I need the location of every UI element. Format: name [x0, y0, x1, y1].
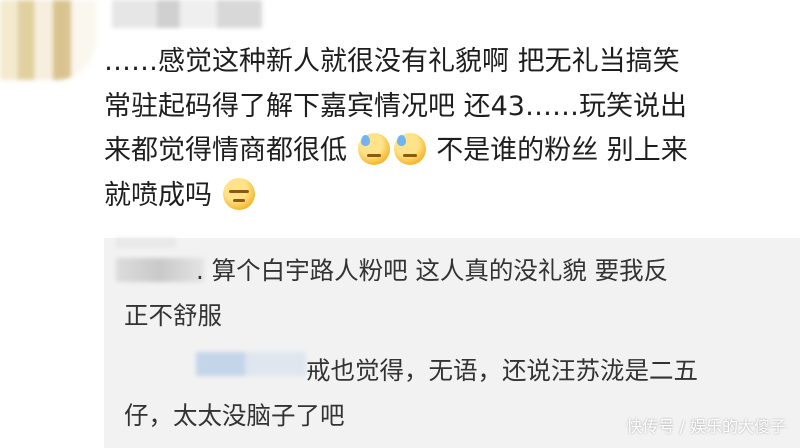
comment-text-segment: 不是谁的粉丝 别上来: [436, 135, 688, 166]
username-blurred[interactable]: [112, 0, 262, 28]
comment-line: ……感觉这种新人就很没有礼貌啊 把无礼当搞笑: [104, 46, 680, 77]
watermark: 快传号 / 娱乐的大傻子: [626, 417, 786, 436]
comment-line: 来都觉得情商都很低 不是谁的粉丝 别上来: [104, 129, 794, 174]
reply-item: . 算个白宇路人粉吧 这人真的没礼貌 要我反 正不舒服: [124, 248, 764, 338]
reply-line: 正不舒服: [124, 301, 222, 330]
comment-line: 就喷成吗: [104, 174, 794, 219]
comment-text-segment: 就喷成吗: [104, 179, 212, 211]
reply-line: 戒也觉得，无语，还说汪苏泷是二五: [306, 356, 698, 385]
sweat-face-icon: [357, 133, 390, 165]
smirk-face-icon: [222, 177, 255, 210]
reply-line: . 算个白宇路人粉吧 这人真的没礼貌 要我反: [196, 256, 669, 285]
comment-text-segment: 来都觉得情商都很低: [104, 135, 347, 166]
sweat-face-icon: [393, 133, 426, 165]
comment-body: ……感觉这种新人就很没有礼貌啊 把无礼当搞笑 常驻起码得了解下嘉宾情况吧 还43…: [104, 40, 794, 218]
avatar[interactable]: [0, 0, 96, 80]
comment-line: 常驻起码得了解下嘉宾情况吧 还43……玩笑说出: [104, 90, 687, 122]
blurred-element: [116, 238, 176, 248]
